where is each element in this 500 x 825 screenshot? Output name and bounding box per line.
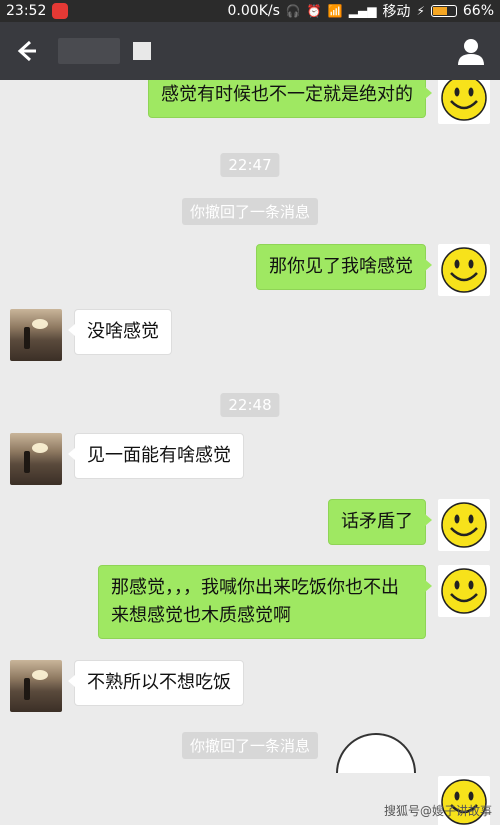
message-bubble-outgoing[interactable]: 话矛盾了 — [328, 499, 432, 545]
message-bubble-outgoing[interactable]: 那感觉，，，我喊你出来吃饭你也不出来想感觉也木质感觉啊 — [98, 565, 432, 639]
status-bar: 23:52 0.00K/s 🎧 ⏰ 📶 ▂▄▆ 移动 ⚡ 66% — [0, 0, 500, 22]
recalled-message-notice: 你撤回了一条消息 — [181, 732, 319, 759]
battery-percent: 66% — [462, 3, 494, 19]
charging-icon: ⚡ — [416, 4, 425, 18]
smiley-avatar-icon[interactable] — [438, 244, 490, 296]
message-bubble-outgoing[interactable]: 感觉有时候也不一定就是绝对的 — [148, 80, 432, 118]
wifi-icon: 📶 — [327, 4, 343, 18]
person-icon[interactable] — [456, 36, 486, 66]
message-bubble-outgoing[interactable]: 那你见了我啥感觉 — [256, 244, 432, 290]
alarm-icon: ⏰ — [306, 4, 322, 18]
chat-title-bar — [0, 22, 500, 80]
smiley-avatar-icon[interactable] — [438, 565, 490, 617]
signal-icon: ▂▄▆ — [348, 4, 377, 18]
timestamp-label: 22:47 — [220, 153, 280, 177]
contact-name-redacted-square — [133, 42, 151, 60]
contact-avatar[interactable] — [10, 309, 62, 361]
headphones-icon: 🎧 — [285, 4, 301, 18]
smiley-avatar-icon[interactable] — [438, 499, 490, 551]
smiley-avatar-icon[interactable] — [438, 80, 490, 124]
contact-name-redacted — [58, 38, 120, 64]
notification-app-icon — [52, 3, 69, 19]
contact-avatar[interactable] — [10, 660, 62, 712]
message-bubble-incoming[interactable]: 没啥感觉 — [68, 309, 172, 355]
timestamp-label: 22:48 — [220, 393, 280, 417]
network-speed: 0.00K/s — [227, 3, 280, 19]
back-arrow-icon[interactable] — [14, 38, 42, 64]
message-bubble-incoming[interactable]: 见一面能有啥感觉 — [68, 433, 244, 479]
watermark: 搜狐号@嫂子讲故事 — [383, 804, 492, 818]
chat-message-list[interactable]: 感觉有时候也不一定就是绝对的 22:47 你撤回了一条消息 那你见了我啥感觉 没… — [0, 80, 500, 825]
carrier-name: 移动 — [382, 4, 411, 20]
status-time: 23:52 — [6, 3, 47, 19]
battery-icon — [430, 5, 457, 17]
recalled-message-notice: 你撤回了一条消息 — [181, 198, 319, 225]
message-bubble-incoming[interactable]: 不熟所以不想吃饭 — [68, 660, 244, 706]
contact-avatar[interactable] — [10, 433, 62, 485]
